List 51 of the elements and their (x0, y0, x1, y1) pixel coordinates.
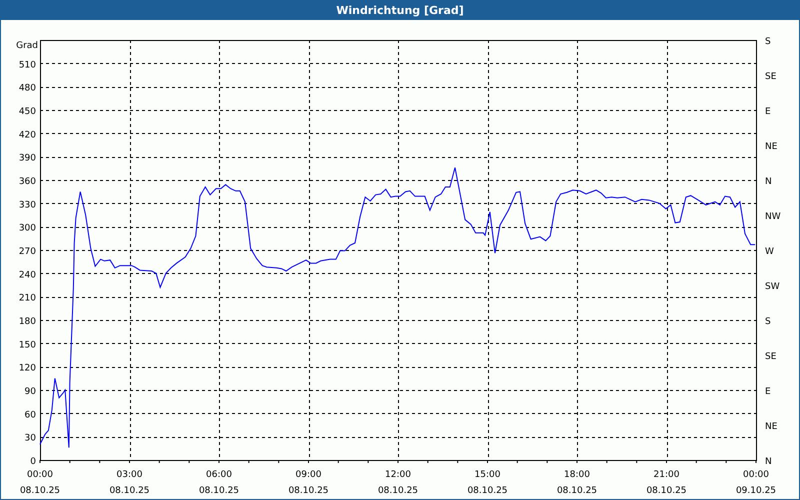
date-label: 08.10.25 (198, 486, 240, 496)
date-label: 08.10.25 (556, 486, 598, 496)
y-tick-label: 30 (24, 434, 36, 444)
y-tick-label: 390 (18, 154, 36, 164)
x-tick-label: 18:00 (564, 470, 590, 480)
compass-label: N (765, 457, 772, 467)
x-tick-label: 03:00 (116, 470, 142, 480)
y-tick-label: 300 (18, 224, 36, 234)
y-tick-label: 330 (18, 200, 36, 210)
compass-label: W (765, 247, 774, 257)
window-title: Windrichtung [Grad] (0, 0, 800, 20)
compass-label: E (765, 387, 771, 397)
x-tick-label: 12:00 (385, 470, 411, 480)
y-axis-label: Grad (16, 41, 38, 51)
y-tick-label: 120 (18, 364, 36, 374)
y-tick-label: 360 (18, 177, 36, 187)
x-tick-label: 15:00 (474, 470, 500, 480)
y-tick-label: 60 (24, 410, 36, 420)
compass-label: S (765, 37, 771, 47)
y-tick-label: 180 (18, 317, 36, 327)
x-tick-label: 00:00 (27, 470, 53, 480)
y-tick-label: 270 (18, 247, 36, 257)
x-tick-label: 21:00 (654, 470, 680, 480)
date-label: 09.10.25 (736, 486, 776, 496)
y-tick-label: 510 (18, 60, 36, 70)
compass-label: N (765, 177, 772, 187)
y-tick-label: 210 (18, 294, 36, 304)
compass-label: E (765, 107, 771, 117)
y-tick-label: 480 (18, 84, 36, 94)
compass-label: SW (765, 282, 780, 292)
y-tick-label: 420 (18, 130, 36, 140)
compass-label: NW (765, 212, 781, 222)
date-label: 08.10.25 (646, 486, 687, 496)
date-label: 08.10.25 (467, 486, 508, 496)
x-tick-label: 06:00 (206, 470, 232, 480)
compass-label: NE (765, 422, 778, 432)
y-tick-label: 150 (18, 340, 36, 350)
y-tick-label: 240 (18, 270, 36, 280)
y-tick-label: 0 (30, 457, 36, 467)
x-tick-label: 09:00 (296, 470, 322, 480)
x-tick-label: 00:00 (743, 470, 769, 480)
date-label: 08.10.25 (288, 486, 329, 496)
compass-label: NE (765, 142, 778, 152)
compass-label: SE (765, 72, 776, 82)
date-label: 08.10.25 (378, 486, 418, 496)
compass-label: S (765, 317, 771, 327)
date-label: 08.10.25 (109, 486, 150, 496)
y-tick-label: 450 (18, 107, 36, 117)
date-label: 08.10.25 (20, 486, 60, 496)
y-tick-label: 90 (24, 387, 36, 397)
compass-label: SE (765, 352, 776, 362)
